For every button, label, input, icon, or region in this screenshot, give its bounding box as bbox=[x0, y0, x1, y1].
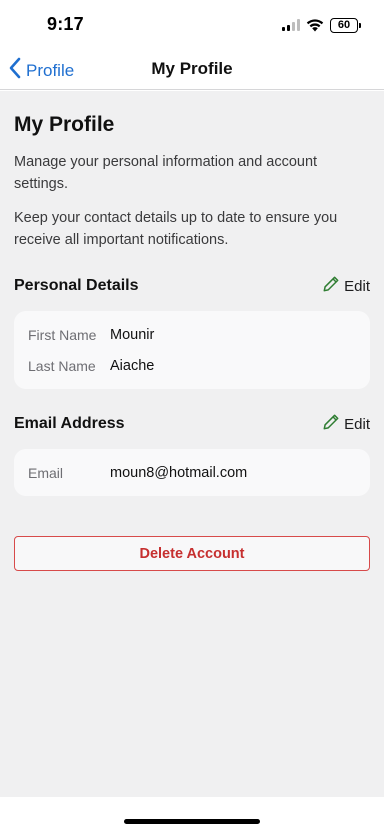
nav-title: My Profile bbox=[151, 59, 233, 78]
edit-label: Edit bbox=[344, 277, 370, 295]
email-value: moun8@hotmail.com bbox=[110, 464, 248, 481]
delete-account-button[interactable]: Delete Account bbox=[14, 536, 370, 571]
last-name-value: Aiache bbox=[110, 357, 155, 374]
edit-personal-details-button[interactable]: Edit bbox=[322, 275, 370, 298]
signal-icon bbox=[282, 19, 300, 31]
screen: 9:17 60 Profile My Profile My Profile Ma… bbox=[0, 0, 384, 831]
pencil-icon bbox=[322, 275, 340, 298]
personal-details-card: First Name Mounir Last Name Aiache bbox=[14, 311, 370, 389]
personal-details-header: Personal Details Edit bbox=[14, 275, 370, 297]
edit-email-button[interactable]: Edit bbox=[322, 413, 370, 436]
battery-icon: 60 bbox=[330, 17, 361, 33]
email-address-title: Email Address bbox=[14, 415, 125, 432]
field-label: Last Name bbox=[28, 357, 96, 374]
field-label: Email bbox=[28, 464, 64, 481]
pencil-icon bbox=[322, 413, 340, 436]
home-indicator[interactable] bbox=[124, 819, 260, 824]
page-description-secondary: Keep your contact details up to date to … bbox=[14, 210, 338, 248]
first-name-value: Mounir bbox=[110, 326, 155, 343]
field-label: First Name bbox=[28, 326, 97, 343]
main-content: My Profile Manage your personal informat… bbox=[0, 91, 384, 797]
wifi-icon bbox=[306, 18, 324, 32]
bottom-area bbox=[0, 797, 384, 831]
status-icons: 60 bbox=[282, 16, 361, 34]
email-row: Email moun8@hotmail.com bbox=[28, 457, 356, 488]
edit-label: Edit bbox=[344, 415, 370, 433]
email-card: Email moun8@hotmail.com bbox=[14, 449, 370, 496]
first-name-row: First Name Mounir bbox=[28, 319, 356, 350]
battery-level: 60 bbox=[337, 19, 351, 31]
last-name-row: Last Name Aiache bbox=[28, 350, 356, 381]
status-time: 9:17 bbox=[47, 14, 84, 34]
page-title: My Profile bbox=[14, 113, 115, 136]
page-description: Manage your personal information and acc… bbox=[14, 154, 318, 192]
status-bar: 9:17 60 bbox=[0, 0, 384, 48]
nav-bar: Profile My Profile bbox=[0, 48, 384, 90]
personal-details-title: Personal Details bbox=[14, 277, 139, 294]
email-address-header: Email Address Edit bbox=[14, 413, 370, 435]
